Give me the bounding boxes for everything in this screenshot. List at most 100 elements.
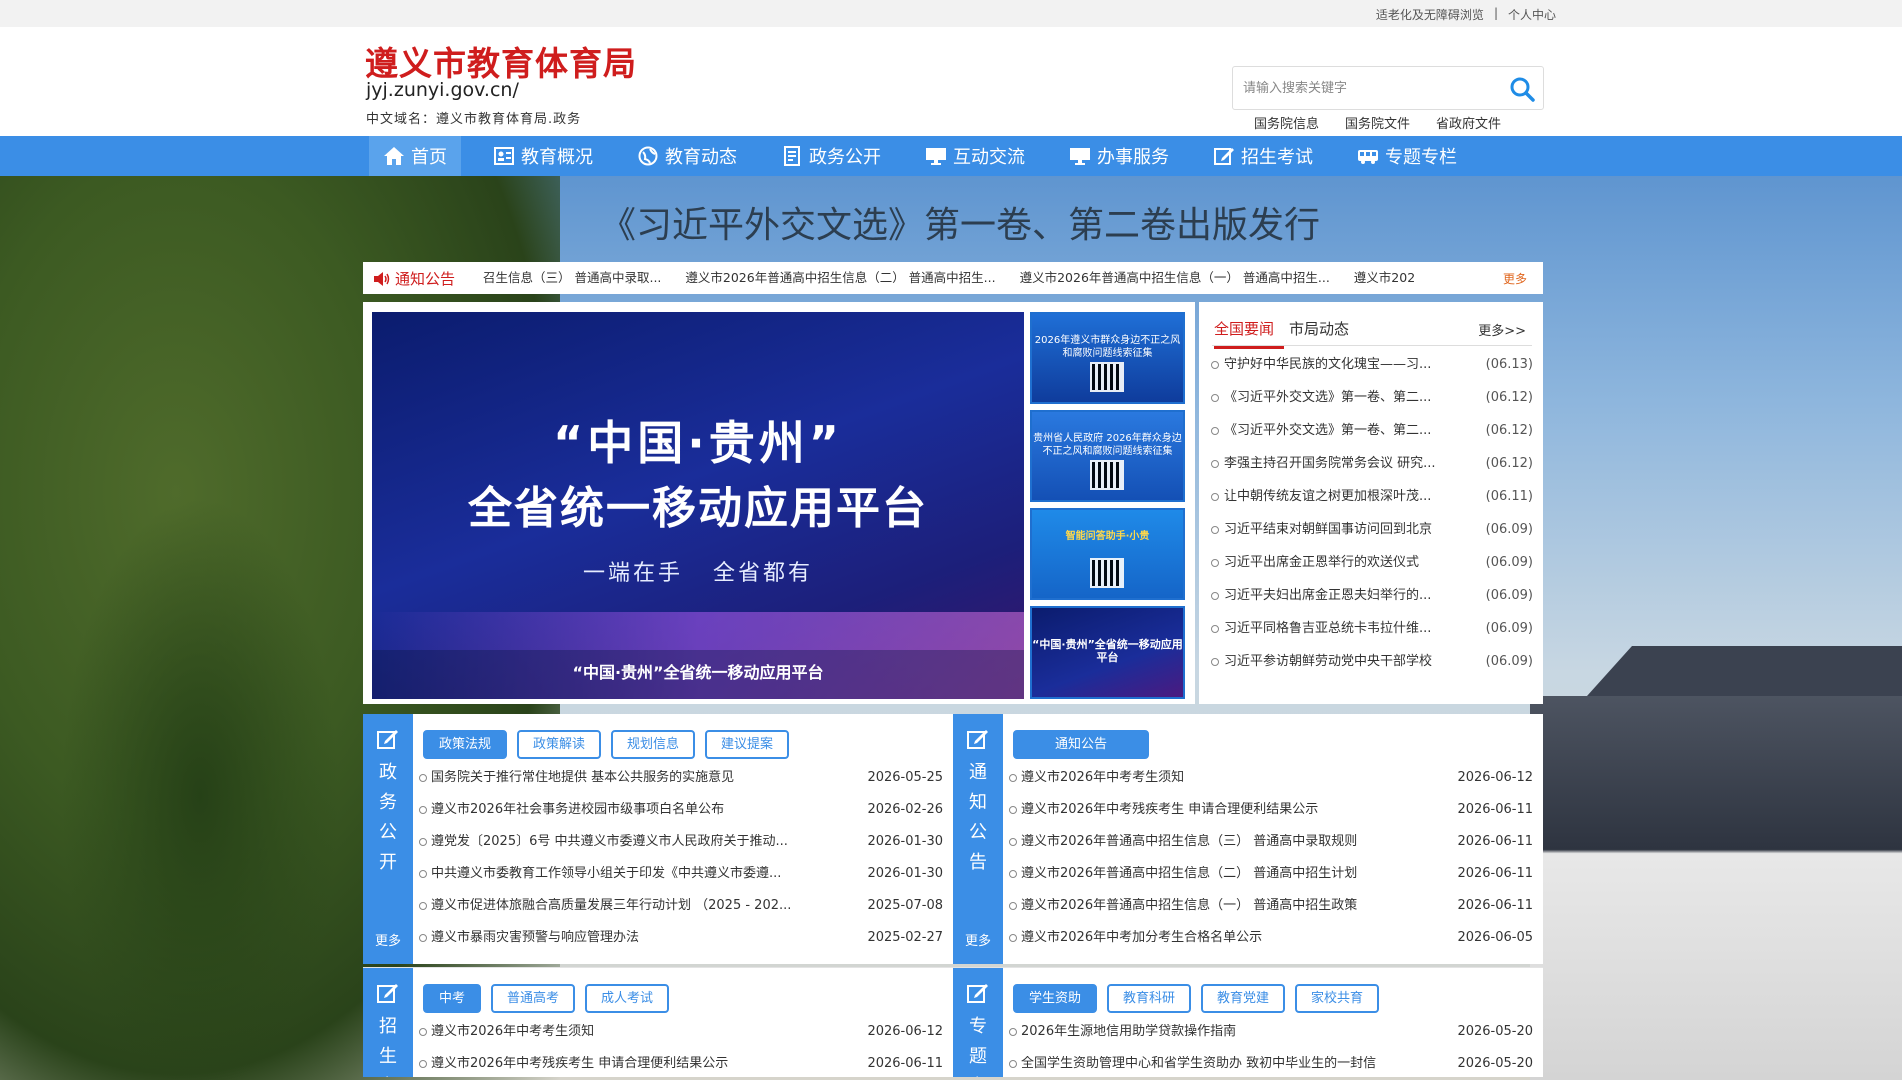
news-item[interactable]: 守护好中华民族的文化瑰宝——习... (06.13)	[1211, 356, 1533, 389]
accessibility-link[interactable]: 适老化及无障碍浏览	[1376, 6, 1484, 23]
list-item[interactable]: 遵义市2026年中考残疾考生 申请合理便利结果公示 2026-06-11	[1009, 802, 1533, 834]
news-title[interactable]: 习近平出席金正恩举行的欢送仪式	[1224, 554, 1454, 571]
panel-tab[interactable]: 中考	[423, 984, 482, 1013]
nav-topics[interactable]: 专题专栏	[1345, 136, 1469, 176]
headline-banner[interactable]: 《习近平外交文选》第一卷、第二卷出版发行	[600, 196, 1320, 248]
slide-line2: 全省统一移动应用平台	[468, 483, 928, 534]
list-item[interactable]: 2026年生源地信用助学贷款操作指南 2026-05-20	[1009, 1024, 1533, 1056]
item-title[interactable]: 遵义市2026年普通高中招生信息（二） 普通高中招生计划	[1021, 866, 1416, 882]
search-input[interactable]	[1243, 67, 1493, 109]
item-title[interactable]: 遵义市促进体旅融合高质量发展三年行动计划 （2025 - 202...	[431, 898, 826, 914]
list-item[interactable]: 中共遵义市委教育工作领导小组关于印发《中共遵义市委遵... 2026-01-30	[419, 866, 943, 898]
panel-tab[interactable]: 通知公告	[1013, 730, 1150, 759]
item-title[interactable]: 遵义市2026年中考残疾考生 申请合理便利结果公示	[431, 1056, 826, 1072]
item-title[interactable]: 遵义市2026年普通高中招生信息（三） 普通高中录取规则	[1021, 834, 1416, 850]
search-icon[interactable]	[1509, 76, 1535, 102]
thumbnail-3[interactable]: 智能问答助手·小贵	[1030, 508, 1185, 600]
news-title[interactable]: 习近平参访朝鲜劳动党中央干部学校	[1224, 653, 1454, 670]
nav-interaction[interactable]: 互动交流	[913, 136, 1037, 176]
news-title[interactable]: 习近平同格鲁吉亚总统卡韦拉什维...	[1224, 620, 1454, 637]
list-item[interactable]: 遵义市促进体旅融合高质量发展三年行动计划 （2025 - 202... 2025-…	[419, 898, 943, 930]
quick-link-state-council-info[interactable]: 国务院信息	[1254, 113, 1319, 132]
item-title[interactable]: 遵党发〔2025〕6号 中共遵义市委遵义市人民政府关于推动...	[431, 834, 826, 850]
item-title[interactable]: 遵义市2026年中考考生须知	[431, 1024, 826, 1040]
list-item[interactable]: 遵义市暴雨灾害预警与响应管理办法 2025-02-27	[419, 930, 943, 962]
list-item[interactable]: 全国学生资助管理中心和省学生资助办 致初中毕业生的一封信 2026-05-20	[1009, 1056, 1533, 1077]
panel-tab[interactable]: 政策法规	[423, 730, 508, 759]
list-item[interactable]: 遵义市2026年普通高中招生信息（一） 普通高中招生政策 2026-06-11	[1009, 898, 1533, 930]
news-tabs: 全国要闻 市局动态 更多>>	[1212, 314, 1532, 349]
nav-overview[interactable]: 教育概况	[481, 136, 605, 176]
ticker-item[interactable]: 遵义市2026年普通高中招生信息（一） 普通高中招生...	[1020, 270, 1330, 285]
news-title[interactable]: 李强主持召开国务院常务会议 研究...	[1224, 455, 1454, 472]
panel-tab[interactable]: 政策解读	[517, 730, 602, 759]
nav-news[interactable]: 教育动态	[625, 136, 749, 176]
news-item[interactable]: 让中朝传统友谊之树更加根深叶茂... (06.11)	[1211, 488, 1533, 521]
thumbnail-4[interactable]: “中国·贵州”全省统一移动应用平台	[1030, 606, 1185, 699]
item-title[interactable]: 遵义市2026年中考残疾考生 申请合理便利结果公示	[1021, 802, 1416, 818]
panel-more-link[interactable]: 更多	[363, 930, 413, 949]
item-title[interactable]: 遵义市2026年普通高中招生信息（一） 普通高中招生政策	[1021, 898, 1416, 914]
panel-more-link[interactable]: 更多	[953, 930, 1003, 949]
news-item[interactable]: 习近平夫妇出席金正恩夫妇举行的... (06.09)	[1211, 587, 1533, 620]
list-item[interactable]: 遵义市2026年普通高中招生信息（三） 普通高中录取规则 2026-06-11	[1009, 834, 1533, 866]
news-item[interactable]: 《习近平外交文选》第一卷、第二... (06.12)	[1211, 422, 1533, 455]
item-title[interactable]: 遵义市2026年中考加分考生合格名单公示	[1021, 930, 1416, 946]
news-title[interactable]: 习近平夫妇出席金正恩夫妇举行的...	[1224, 587, 1454, 604]
item-title[interactable]: 2026年生源地信用助学贷款操作指南	[1021, 1024, 1416, 1040]
news-item[interactable]: 习近平出席金正恩举行的欢送仪式 (06.09)	[1211, 554, 1533, 587]
site-title[interactable]: 遵义市教育体育局	[365, 37, 637, 85]
profile-icon	[494, 147, 514, 165]
notice-more-link[interactable]: 更多	[1503, 270, 1527, 287]
panel-tab[interactable]: 家校共育	[1295, 984, 1380, 1013]
ticker-item[interactable]: 召生信息（三） 普通高中录取...	[483, 270, 661, 285]
quick-link-state-council-docs[interactable]: 国务院文件	[1345, 113, 1410, 132]
news-item[interactable]: 习近平参访朝鲜劳动党中央干部学校 (06.09)	[1211, 653, 1533, 686]
list-item[interactable]: 遵义市2026年社会事务进校园市级事项白名单公布 2026-02-26	[419, 802, 943, 834]
item-title[interactable]: 遵义市2026年中考考生须知	[1021, 770, 1416, 786]
panel-tab[interactable]: 教育党建	[1201, 984, 1286, 1013]
panel-tab[interactable]: 教育科研	[1107, 984, 1192, 1013]
nav-services[interactable]: 办事服务	[1057, 136, 1181, 176]
thumbnail-2[interactable]: 贵州省人民政府 2026年群众身边不正之风和腐败问题线索征集	[1030, 410, 1185, 502]
panel-tab[interactable]: 成人考试	[585, 984, 670, 1013]
news-more-link[interactable]: 更多>>	[1478, 320, 1526, 339]
list-item[interactable]: 遵义市2026年中考考生须知 2026-06-12	[1009, 770, 1533, 802]
news-title[interactable]: 《习近平外交文选》第一卷、第二...	[1224, 389, 1454, 406]
panel-tab[interactable]: 规划信息	[611, 730, 696, 759]
ticker-item[interactable]: 遵义市202	[1354, 270, 1415, 285]
panel-tab[interactable]: 普通高考	[491, 984, 576, 1013]
ticker-item[interactable]: 遵义市2026年普通高中招生信息（二） 普通高中招生...	[685, 270, 995, 285]
news-title[interactable]: 习近平结束对朝鲜国事访问回到北京	[1224, 521, 1454, 538]
tab-bureau-news[interactable]: 市局动态	[1289, 318, 1349, 339]
item-title[interactable]: 遵义市2026年社会事务进校园市级事项白名单公布	[431, 802, 826, 818]
nav-gov-affairs[interactable]: 政务公开	[769, 136, 893, 176]
news-item[interactable]: 习近平结束对朝鲜国事访问回到北京 (06.09)	[1211, 521, 1533, 554]
news-title[interactable]: 守护好中华民族的文化瑰宝——习...	[1224, 356, 1454, 373]
panel-tab[interactable]: 建议提案	[705, 730, 790, 759]
thumbnail-1[interactable]: 2026年遵义市群众身边不正之风和腐败问题线索征集	[1030, 312, 1185, 404]
news-title[interactable]: 让中朝传统友谊之树更加根深叶茂...	[1224, 488, 1454, 505]
tab-national-news[interactable]: 全国要闻	[1214, 318, 1284, 349]
item-title[interactable]: 遵义市暴雨灾害预警与响应管理办法	[431, 930, 826, 946]
nav-home[interactable]: 首页	[369, 136, 461, 176]
news-item[interactable]: 《习近平外交文选》第一卷、第二... (06.12)	[1211, 389, 1533, 422]
panel-tab[interactable]: 学生资助	[1013, 984, 1098, 1013]
news-title[interactable]: 《习近平外交文选》第一卷、第二...	[1224, 422, 1454, 439]
list-item[interactable]: 遵党发〔2025〕6号 中共遵义市委遵义市人民政府关于推动... 2026-01-…	[419, 834, 943, 866]
list-item[interactable]: 遵义市2026年中考加分考生合格名单公示 2026-06-05	[1009, 930, 1533, 962]
slide-main[interactable]: “中国·贵州” 全省统一移动应用平台 一端在手 全省都有 “中国·贵州”全省统一…	[372, 312, 1024, 699]
news-item[interactable]: 习近平同格鲁吉亚总统卡韦拉什维... (06.09)	[1211, 620, 1533, 653]
nav-admission[interactable]: 招生考试	[1201, 136, 1325, 176]
item-title[interactable]: 中共遵义市委教育工作领导小组关于印发《中共遵义市委遵...	[431, 866, 826, 882]
list-item[interactable]: 遵义市2026年中考残疾考生 申请合理便利结果公示 2026-06-11	[419, 1056, 943, 1077]
item-title[interactable]: 全国学生资助管理中心和省学生资助办 致初中毕业生的一封信	[1021, 1056, 1416, 1072]
list-item[interactable]: 遵义市2026年中考考生须知 2026-06-12	[419, 1024, 943, 1056]
quick-link-province-docs[interactable]: 省政府文件	[1436, 113, 1501, 132]
list-item[interactable]: 遵义市2026年普通高中招生信息（二） 普通高中招生计划 2026-06-11	[1009, 866, 1533, 898]
news-item[interactable]: 李强主持召开国务院常务会议 研究... (06.12)	[1211, 455, 1533, 488]
item-title[interactable]: 国务院关于推行常住地提供 基本公共服务的实施意见	[431, 770, 826, 786]
slide-caption[interactable]: “中国·贵州”全省统一移动应用平台	[372, 650, 1024, 699]
personal-center-link[interactable]: 个人中心	[1508, 6, 1556, 23]
list-item[interactable]: 国务院关于推行常住地提供 基本公共服务的实施意见 2026-05-25	[419, 770, 943, 802]
